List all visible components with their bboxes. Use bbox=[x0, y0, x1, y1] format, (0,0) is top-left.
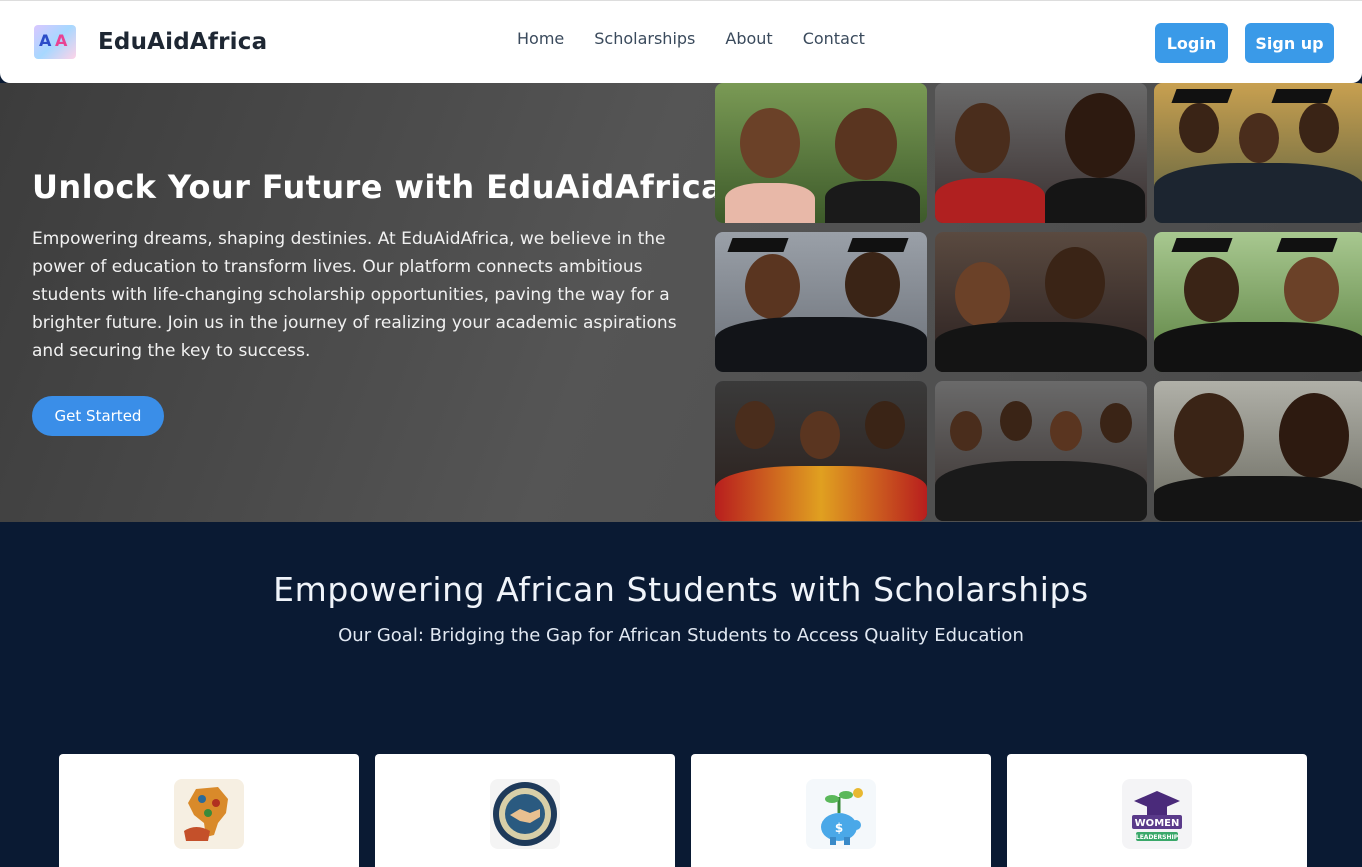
nav-contact-link[interactable]: Contact bbox=[803, 29, 865, 48]
feature-card[interactable] bbox=[59, 754, 359, 867]
feature-card[interactable] bbox=[375, 754, 675, 867]
nav-scholarships-link[interactable]: Scholarships bbox=[594, 29, 695, 48]
nav-home-link[interactable]: Home bbox=[517, 29, 564, 48]
section-title: Empowering African Students with Scholar… bbox=[273, 570, 1089, 609]
piggy-bank-icon: $ bbox=[806, 779, 876, 849]
graduate-photo bbox=[715, 232, 927, 372]
africa-map-icon bbox=[174, 779, 244, 849]
graduate-photo bbox=[715, 381, 927, 521]
graduate-photo bbox=[935, 83, 1147, 223]
hero-description: Empowering dreams, shaping destinies. At… bbox=[32, 229, 677, 361]
graduate-photo bbox=[1154, 232, 1362, 372]
mission-section: Empowering African Students with Scholar… bbox=[0, 522, 1362, 867]
get-started-button[interactable]: Get Started bbox=[32, 396, 164, 436]
nav-menu: Home Scholarships About Contact bbox=[517, 29, 895, 48]
graduate-photo bbox=[1154, 83, 1362, 223]
svg-text:$: $ bbox=[835, 821, 843, 835]
graduate-photo bbox=[935, 232, 1147, 372]
women-in-leadership-icon: WOMEN LEADERSHIP bbox=[1122, 779, 1192, 849]
top-navbar: A A EduAidAfrica Home Scholarships About… bbox=[0, 0, 1362, 83]
graduates-photo-gallery bbox=[715, 83, 1362, 522]
graduate-photo bbox=[715, 83, 927, 223]
brand[interactable]: A A EduAidAfrica bbox=[34, 25, 267, 59]
women-label: WOMEN bbox=[1135, 818, 1180, 829]
logo-letter: A bbox=[39, 31, 52, 50]
login-button[interactable]: Login bbox=[1155, 23, 1228, 63]
logo-letter: A bbox=[55, 31, 68, 50]
leadership-label: LEADERSHIP bbox=[1136, 834, 1179, 841]
hero-title: Unlock Your Future with EduAidAfrica bbox=[32, 168, 724, 206]
section-subtitle: Our Goal: Bridging the Gap for African S… bbox=[338, 625, 1024, 646]
nav-about-link[interactable]: About bbox=[725, 29, 772, 48]
signup-button[interactable]: Sign up bbox=[1245, 23, 1334, 63]
feature-card[interactable]: $ bbox=[691, 754, 991, 867]
handshake-icon bbox=[490, 779, 560, 849]
feature-card[interactable]: WOMEN LEADERSHIP bbox=[1007, 754, 1307, 867]
hero-section: Unlock Your Future with EduAidAfrica Emp… bbox=[0, 83, 1362, 522]
graduate-photo bbox=[1154, 381, 1362, 521]
brand-name: EduAidAfrica bbox=[98, 29, 268, 55]
graduate-photo bbox=[935, 381, 1147, 521]
logo-icon: A A bbox=[34, 25, 76, 59]
